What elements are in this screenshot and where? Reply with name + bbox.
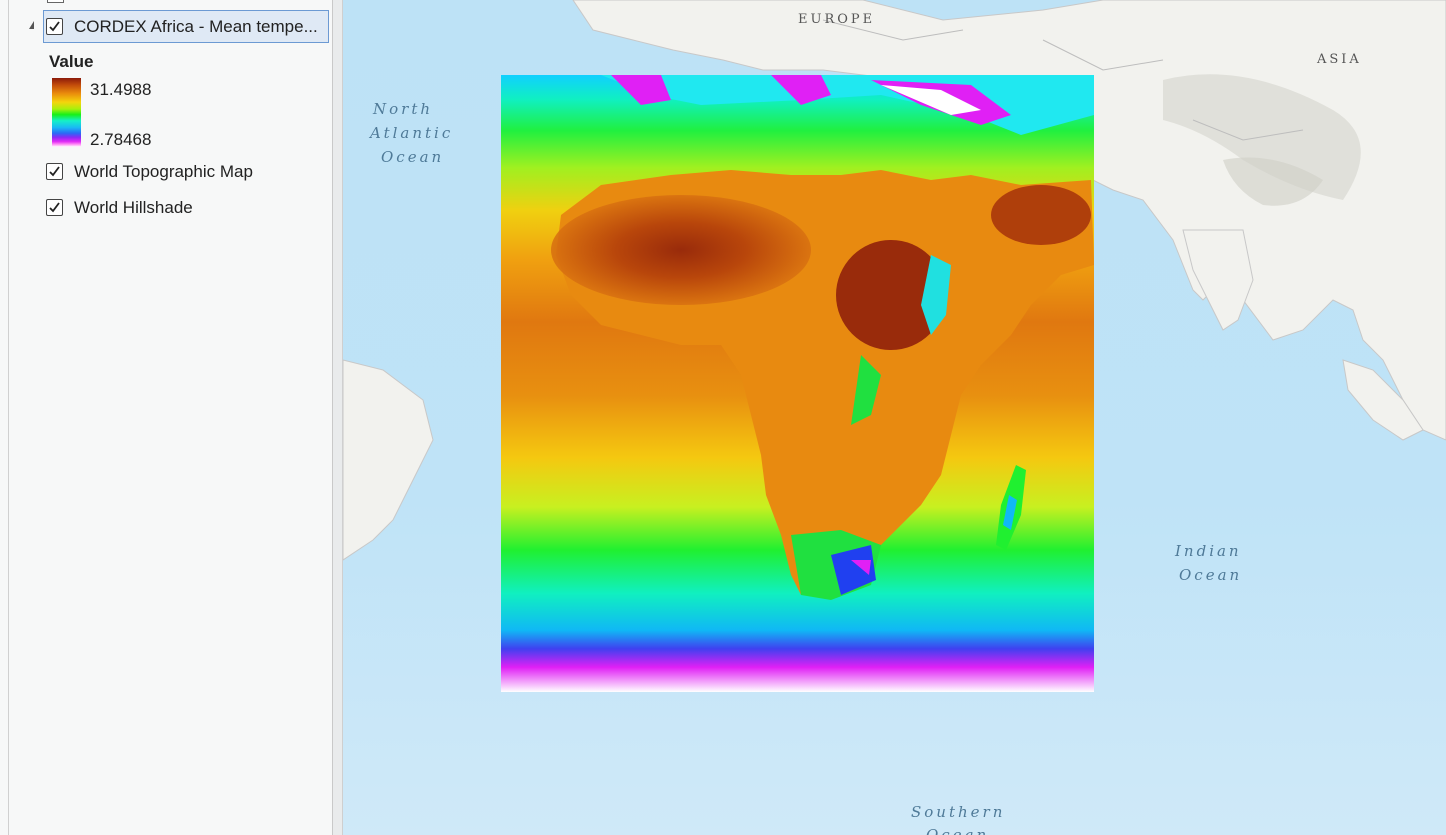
check-icon [49,166,60,177]
label-southern-ocean-line2: Ocean [926,826,990,835]
collapse-arrow-icon[interactable] [29,21,34,29]
pane-splitter[interactable] [333,0,343,835]
tree-guide-line [8,0,9,835]
legend-color-ramp [52,78,81,147]
layer-checkbox-world-hillshade[interactable] [46,199,63,216]
layer-label-cordex-africa: CORDEX Africa - Mean tempe... [74,17,318,36]
layer-checkbox-cordex-africa[interactable] [46,18,63,35]
label-southern-ocean-line1: Southern [911,803,1006,821]
layer-checkbox-world-topographic-map[interactable] [46,163,63,180]
contents-pane: CORDEX Africa - Mean tempe... Value 31.4… [0,0,333,835]
legend-max-value: 31.4988 [90,80,152,99]
check-icon [49,21,60,32]
label-asia: ASIA [1317,52,1362,67]
partial-layer-checkbox[interactable] [47,0,64,3]
layer-label-world-hillshade: World Hillshade [74,198,193,217]
layer-label-world-topographic-map: World Topographic Map [74,162,253,181]
label-indian-ocean-line2: Ocean [1179,566,1243,584]
label-europe: EUROPE [798,12,876,27]
label-north-atlantic-line2: Atlantic [370,124,454,142]
label-indian-ocean-line1: Indian [1175,542,1242,560]
label-north-atlantic-line3: Ocean [381,148,445,166]
map-view[interactable]: EUROPE ASIA North Atlantic Ocean Indian … [343,0,1446,835]
legend-min-value: 2.78468 [90,130,152,149]
legend-title: Value [49,52,94,71]
check-icon [49,202,60,213]
cordex-temperature-raster [501,75,1094,692]
label-north-atlantic-line1: North [373,100,434,118]
